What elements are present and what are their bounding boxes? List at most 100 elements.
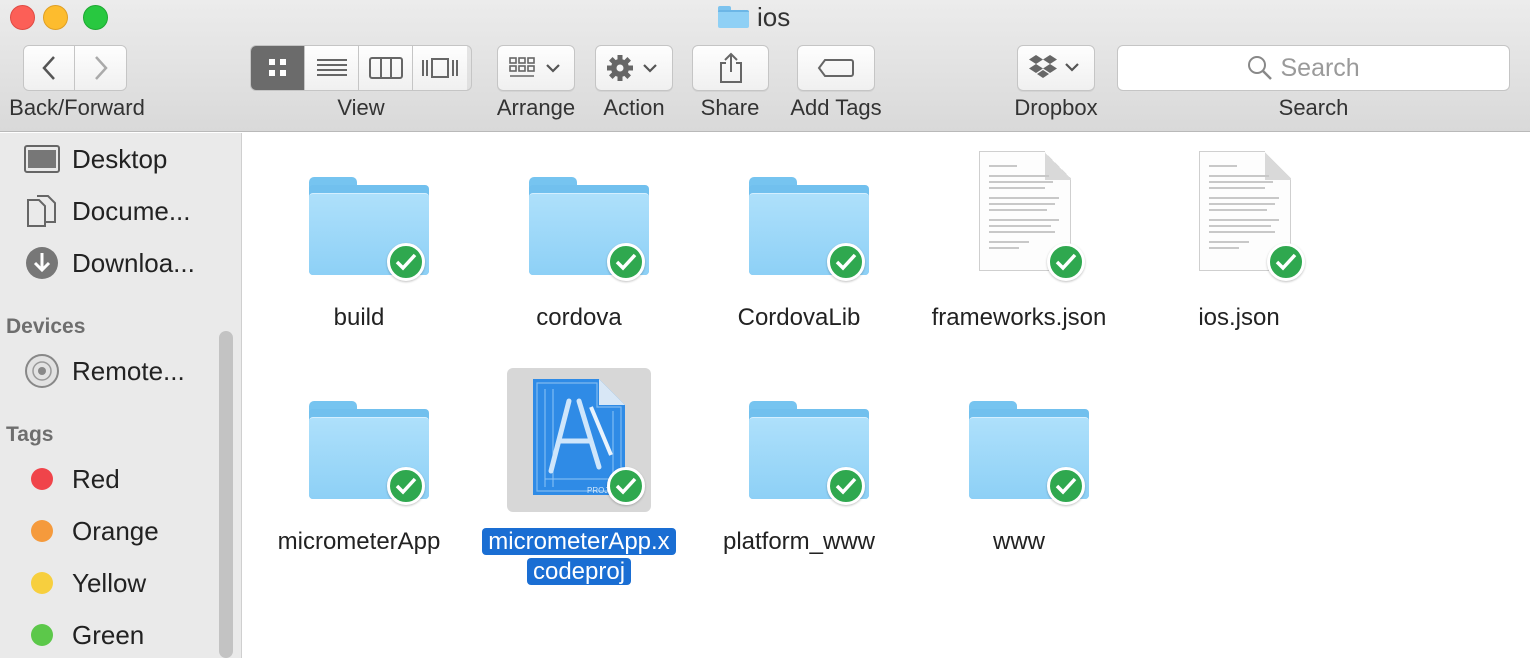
file-item-selected[interactable]: PROJ micrometerApp.x codeproj <box>469 368 689 591</box>
minimize-window-button[interactable] <box>43 5 68 30</box>
file-item[interactable]: www <box>909 371 1129 591</box>
sync-checkmark-icon <box>607 467 645 505</box>
dropbox-button[interactable] <box>1017 45 1095 91</box>
window-title-text: ios <box>757 1 791 32</box>
file-item[interactable]: frameworks.json <box>909 147 1129 367</box>
action-button[interactable] <box>595 45 673 91</box>
sync-checkmark-icon <box>1047 243 1085 281</box>
chevron-left-icon <box>42 56 55 80</box>
back-button[interactable] <box>24 46 75 90</box>
sidebar-item-label: Desktop <box>72 143 168 174</box>
folder-icon <box>727 371 871 515</box>
sidebar-item-label: Docume... <box>72 195 191 226</box>
sidebar-tag-yellow[interactable]: Yellow <box>0 561 215 605</box>
sidebar-tag-orange[interactable]: Orange <box>0 509 215 553</box>
close-window-button[interactable] <box>10 5 35 30</box>
yellow-tag-dot-icon <box>31 572 53 594</box>
share-icon <box>719 52 742 83</box>
zoom-window-button[interactable] <box>83 5 108 30</box>
action-label: Action <box>603 95 665 120</box>
file-item[interactable]: CordovaLib <box>689 147 909 367</box>
column-view-icon <box>368 57 403 79</box>
view-label: View <box>337 95 385 120</box>
window-title: ios <box>718 2 790 32</box>
view-mode-control <box>250 45 472 91</box>
green-tag-dot-icon <box>31 624 53 646</box>
folder-icon <box>718 6 749 28</box>
desktop-icon <box>24 141 60 177</box>
file-name: CordovaLib <box>737 304 861 331</box>
icon-view-icon <box>268 59 286 76</box>
folder-icon <box>727 147 871 291</box>
finder-window: ios Back/Forward View Arrange Action Sha… <box>0 0 1530 658</box>
sidebar-item-label: Green <box>72 619 145 650</box>
search-icon <box>1247 56 1272 80</box>
folder-icon <box>287 371 431 515</box>
folder-icon <box>507 147 651 291</box>
gear-icon <box>607 55 657 81</box>
file-item[interactable]: platform_www <box>689 371 909 591</box>
back-forward-control <box>23 45 127 91</box>
list-view-button[interactable] <box>305 46 359 90</box>
file-name: platform_www <box>722 528 876 555</box>
sidebar-item-downloads[interactable]: Downloa... <box>0 241 215 285</box>
list-view-icon <box>316 59 347 76</box>
folder-icon <box>947 371 1091 515</box>
disc-icon <box>24 353 60 389</box>
sidebar-scrollbar[interactable] <box>219 331 233 658</box>
icon-view-button[interactable] <box>251 46 305 90</box>
add-tags-button[interactable] <box>797 45 875 91</box>
xcode-project-icon: PROJ <box>507 371 651 515</box>
sidebar-item-label: Orange <box>72 515 159 546</box>
file-item[interactable]: ios.json <box>1129 147 1349 367</box>
sync-checkmark-icon <box>387 243 425 281</box>
sidebar-item-label: Remote... <box>72 355 185 386</box>
sync-checkmark-icon <box>827 467 865 505</box>
add-tags-label: Add Tags <box>790 95 882 120</box>
folder-icon <box>287 147 431 291</box>
file-name: ios.json <box>1198 304 1280 331</box>
forward-button[interactable] <box>75 46 126 90</box>
arrange-grid-icon <box>509 57 560 77</box>
cover-flow-icon <box>422 58 458 78</box>
orange-tag-dot-icon <box>31 520 53 542</box>
arrange-button[interactable] <box>497 45 575 91</box>
file-name: cordova <box>536 304 622 331</box>
column-view-button[interactable] <box>359 46 413 90</box>
sidebar: Desktop Docume... Downloa... Devices Rem… <box>0 133 242 658</box>
share-button[interactable] <box>692 45 769 91</box>
file-name-line-1: micrometerApp.x <box>482 528 676 555</box>
sync-checkmark-icon <box>607 243 645 281</box>
file-name-line-2: codeproj <box>526 558 632 585</box>
cover-flow-view-button[interactable] <box>413 46 467 90</box>
sidebar-item-desktop[interactable]: Desktop <box>0 137 215 181</box>
sidebar-item-label: Downloa... <box>72 247 195 278</box>
document-icon <box>1167 147 1311 291</box>
file-grid: build cordova CordovaLib frameworks.json… <box>243 133 1530 658</box>
sidebar-item-label: Yellow <box>72 567 147 598</box>
devices-heading: Devices <box>6 315 86 338</box>
dropbox-icon <box>1029 55 1079 78</box>
file-item[interactable]: cordova <box>469 147 689 367</box>
file-name: micrometerApp.x codeproj <box>469 527 689 587</box>
back-forward-label: Back/Forward <box>9 95 145 120</box>
sync-checkmark-icon <box>1267 243 1305 281</box>
file-name: frameworks.json <box>931 304 1107 331</box>
sidebar-item-remote-disc[interactable]: Remote... <box>0 349 215 393</box>
search-field[interactable] <box>1117 45 1510 91</box>
sidebar-tag-green[interactable]: Green <box>0 613 215 657</box>
file-name: micrometerApp <box>277 528 441 555</box>
search-input[interactable] <box>1280 53 1381 83</box>
tag-icon <box>817 59 854 77</box>
svg-text:PROJ: PROJ <box>587 486 608 495</box>
file-item[interactable]: build <box>249 147 469 367</box>
sidebar-item-documents[interactable]: Docume... <box>0 189 215 233</box>
file-name: www <box>993 528 1045 555</box>
file-item[interactable]: micrometerApp <box>249 371 469 591</box>
documents-icon <box>24 193 60 229</box>
chevron-right-icon <box>94 56 108 80</box>
sync-checkmark-icon <box>827 243 865 281</box>
tags-heading: Tags <box>6 423 54 446</box>
sync-checkmark-icon <box>1047 467 1085 505</box>
sidebar-tag-red[interactable]: Red <box>0 457 215 501</box>
